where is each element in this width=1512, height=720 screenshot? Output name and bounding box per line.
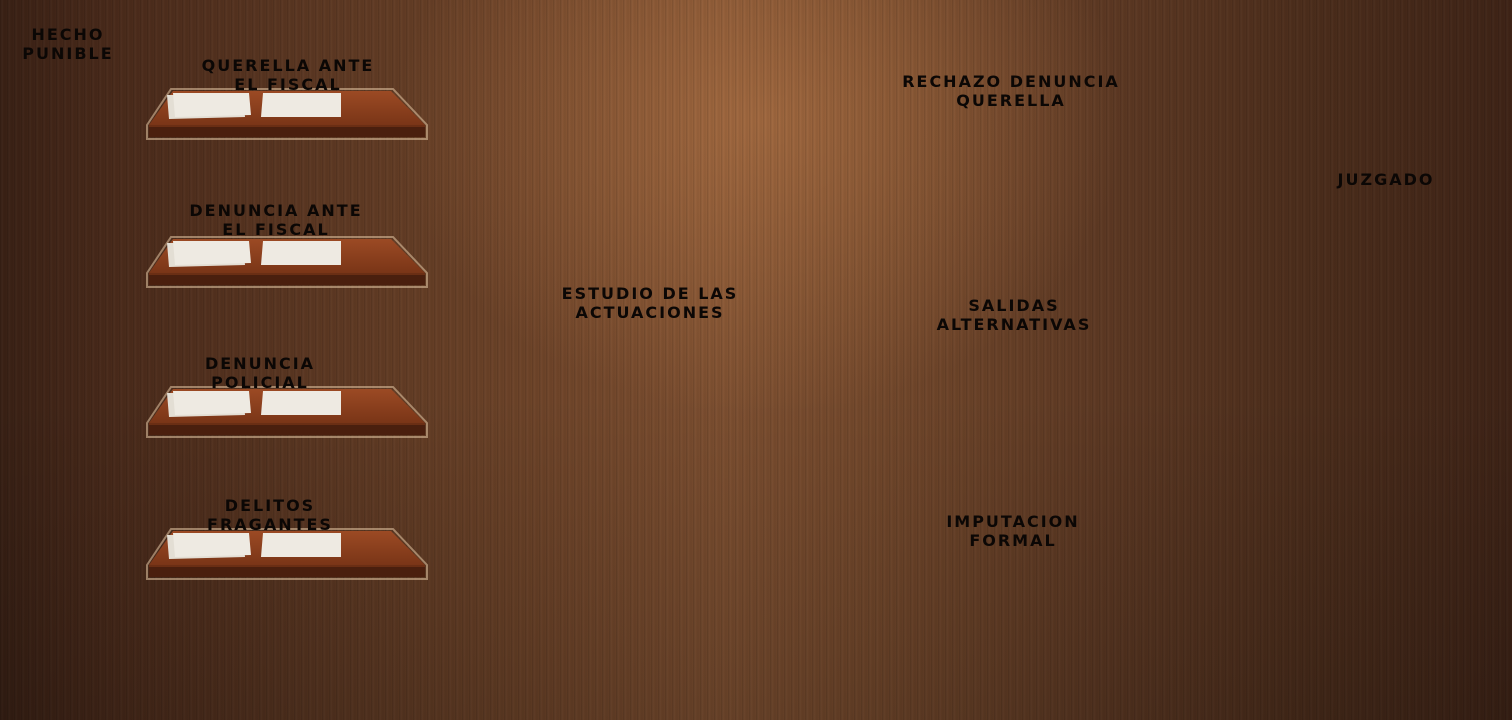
hecho-punible-label: HECHO PUNIBLE [22,25,114,63]
delitos-fragantes-label: DELITOS FRAGANTES [207,496,333,534]
imputacion-formal-label: IMPUTACION FORMAL [946,512,1080,550]
tray-denuncia-fiscal [145,233,429,293]
estudio-de-las-actuaciones-label: ESTUDIO DE LAS ACTUACIONES [561,284,739,322]
desk-tray-icon [146,386,428,438]
denuncia-ante-el-fiscal-label: DENUNCIA ANTE EL FISCAL [189,201,363,239]
juzgado-label: JUZGADO [1337,170,1435,189]
tray-querella [145,85,429,145]
desk-tray-icon [146,236,428,288]
tray-delitos-fragantes [145,525,429,585]
querella-ante-el-fiscal-label: QUERELLA ANTE EL FISCAL [201,56,375,94]
desk-tray-icon [146,528,428,580]
tray-denuncia-policial [145,383,429,443]
denuncia-policial-label: DENUNCIA POLICIAL [204,354,316,392]
rechazo-denuncia-querella-label: RECHAZO DENUNCIA QUERELLA [902,72,1120,110]
salidas-alternativas-label: SALIDAS ALTERNATIVAS [936,296,1092,334]
desk-tray-icon [146,88,428,140]
